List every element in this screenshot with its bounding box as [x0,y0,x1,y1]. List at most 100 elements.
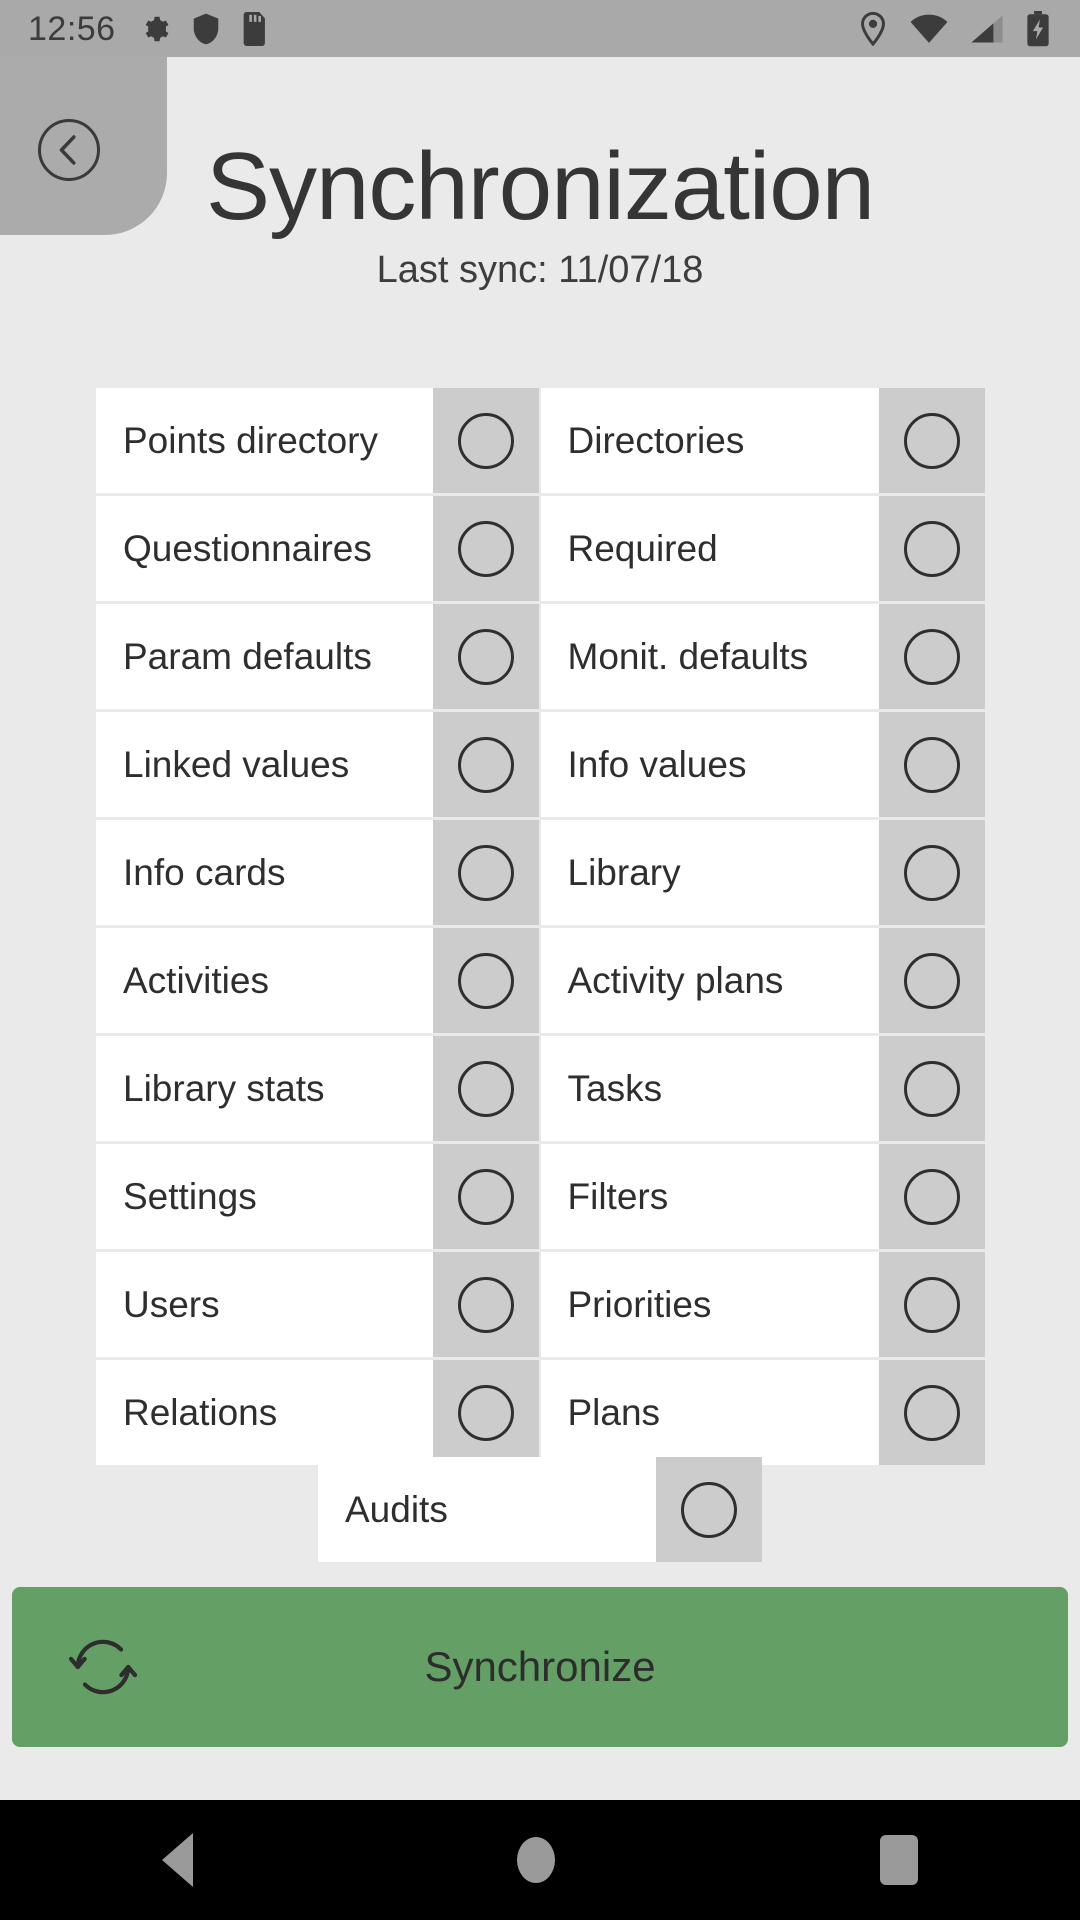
sync-option-label: Activity plans [540,928,879,1033]
radio-unchecked-icon[interactable] [904,412,960,469]
radio-unchecked-icon[interactable] [457,628,514,685]
radio-unchecked-icon[interactable] [457,1168,514,1225]
radio-unchecked-icon[interactable] [457,736,514,793]
sync-option-checkbox-cell[interactable] [432,1144,539,1249]
radio-unchecked-icon[interactable] [904,1276,960,1333]
sync-option-label: Questionnaires [96,496,433,601]
back-button[interactable] [38,119,100,181]
sync-option-checkbox-cell[interactable] [879,496,985,601]
sync-option-checkbox-cell[interactable] [879,604,985,709]
radio-unchecked-icon[interactable] [904,736,960,793]
sd-card-icon [242,11,268,46]
sync-option-checkbox-cell[interactable] [432,496,539,601]
table-row: Points directory Directories [96,388,985,493]
sync-option-checkbox-cell[interactable] [656,1457,762,1562]
table-row: Settings Filters [96,1144,985,1249]
table-row: Info cards Library [96,820,985,925]
sync-option[interactable]: Info values [540,712,985,817]
sync-option[interactable]: Directories [540,388,985,493]
sync-option-checkbox-cell[interactable] [432,712,539,817]
sync-option-checkbox-cell[interactable] [879,1360,985,1465]
sync-option-label: Tasks [540,1036,879,1141]
radio-unchecked-icon[interactable] [904,952,960,1009]
sync-option-checkbox-cell[interactable] [432,928,539,1033]
nav-recent-icon[interactable] [879,1835,918,1885]
sync-option[interactable]: Info cards [96,820,541,925]
radio-unchecked-icon[interactable] [457,520,514,577]
wifi-icon [910,14,948,44]
sync-option-checkbox-cell[interactable] [879,1252,985,1357]
sync-option-checkbox-cell[interactable] [432,1252,539,1357]
shield-icon [192,13,220,45]
sync-option[interactable]: Priorities [540,1252,985,1357]
sync-option[interactable]: Points directory [96,388,541,493]
sync-option[interactable]: Library [540,820,985,925]
sync-option[interactable]: Library stats [96,1036,541,1141]
sync-option-checkbox-cell[interactable] [432,388,539,493]
nav-back-icon[interactable] [162,1833,194,1887]
sync-option-checkbox-cell[interactable] [432,1360,539,1465]
sync-option-label: Audits [318,1457,656,1562]
sync-option[interactable]: Param defaults [96,604,541,709]
sync-option-label: Users [96,1252,433,1357]
sync-option[interactable]: Users [96,1252,541,1357]
gear-icon [138,13,170,45]
android-nav-bar [0,1800,1080,1920]
sync-option[interactable]: Audits [318,1457,762,1562]
sync-option-checkbox-cell[interactable] [879,928,985,1033]
sync-option-label: Param defaults [96,604,433,709]
sync-option-label: Library [540,820,879,925]
sync-options-table: Points directory Directories Questionnaire… [96,388,985,1468]
radio-unchecked-icon[interactable] [904,1060,960,1117]
table-row: Linked values Info values [96,712,985,817]
sync-option[interactable]: Monit. defaults [540,604,985,709]
radio-unchecked-icon[interactable] [457,1384,514,1441]
sync-option-label: Relations [96,1360,433,1465]
radio-unchecked-icon[interactable] [904,1168,960,1225]
sync-option-checkbox-cell[interactable] [432,1036,539,1141]
refresh-sync-icon [64,1628,142,1706]
radio-unchecked-icon[interactable] [904,520,960,577]
sync-option-checkbox-cell[interactable] [432,820,539,925]
sync-option-checkbox-cell[interactable] [879,1144,985,1249]
synchronize-button-label: Synchronize [424,1643,656,1690]
radio-unchecked-icon[interactable] [457,952,514,1009]
sync-option[interactable]: Linked values [96,712,541,817]
sync-option-checkbox-cell[interactable] [432,604,539,709]
sync-option-label: Settings [96,1144,433,1249]
sync-option-checkbox-cell[interactable] [879,1036,985,1141]
app-screen: 12:56 Synchronization Last sync: 11/07/1… [0,0,1080,1920]
radio-unchecked-icon[interactable] [457,1276,514,1333]
radio-unchecked-icon[interactable] [457,1060,514,1117]
radio-unchecked-icon[interactable] [904,844,960,901]
status-bar-left: 12:56 [0,11,268,46]
sync-option[interactable]: Activities [96,928,541,1033]
sync-option[interactable]: Questionnaires [96,496,541,601]
sync-option[interactable]: Activity plans [540,928,985,1033]
sync-options-last-row: Audits [0,1457,1080,1562]
sync-option-label: Points directory [96,388,433,493]
sync-option-checkbox-cell[interactable] [879,388,985,493]
sync-option-checkbox-cell[interactable] [879,820,985,925]
radio-unchecked-icon[interactable] [904,628,960,685]
radio-unchecked-icon[interactable] [457,844,514,901]
radio-unchecked-icon[interactable] [457,412,514,469]
sync-option-checkbox-cell[interactable] [879,712,985,817]
status-bar: 12:56 [0,0,1080,57]
radio-unchecked-icon[interactable] [904,1384,960,1441]
nav-home-icon[interactable] [517,1837,556,1883]
cell-signal-icon [970,14,1004,44]
sync-option[interactable]: Settings [96,1144,541,1249]
sync-option[interactable]: Plans [540,1360,985,1465]
sync-option[interactable]: Relations [96,1360,541,1465]
sync-option-label: Directories [540,388,879,493]
synchronize-button[interactable]: Synchronize [12,1587,1068,1747]
status-bar-right [858,10,1080,47]
sync-option[interactable]: Tasks [540,1036,985,1141]
chevron-left-icon [56,135,82,165]
radio-unchecked-icon[interactable] [681,1481,737,1538]
table-row: Users Priorities [96,1252,985,1357]
sync-option-label: Plans [540,1360,879,1465]
sync-option[interactable]: Required [540,496,985,601]
sync-option[interactable]: Filters [540,1144,985,1249]
